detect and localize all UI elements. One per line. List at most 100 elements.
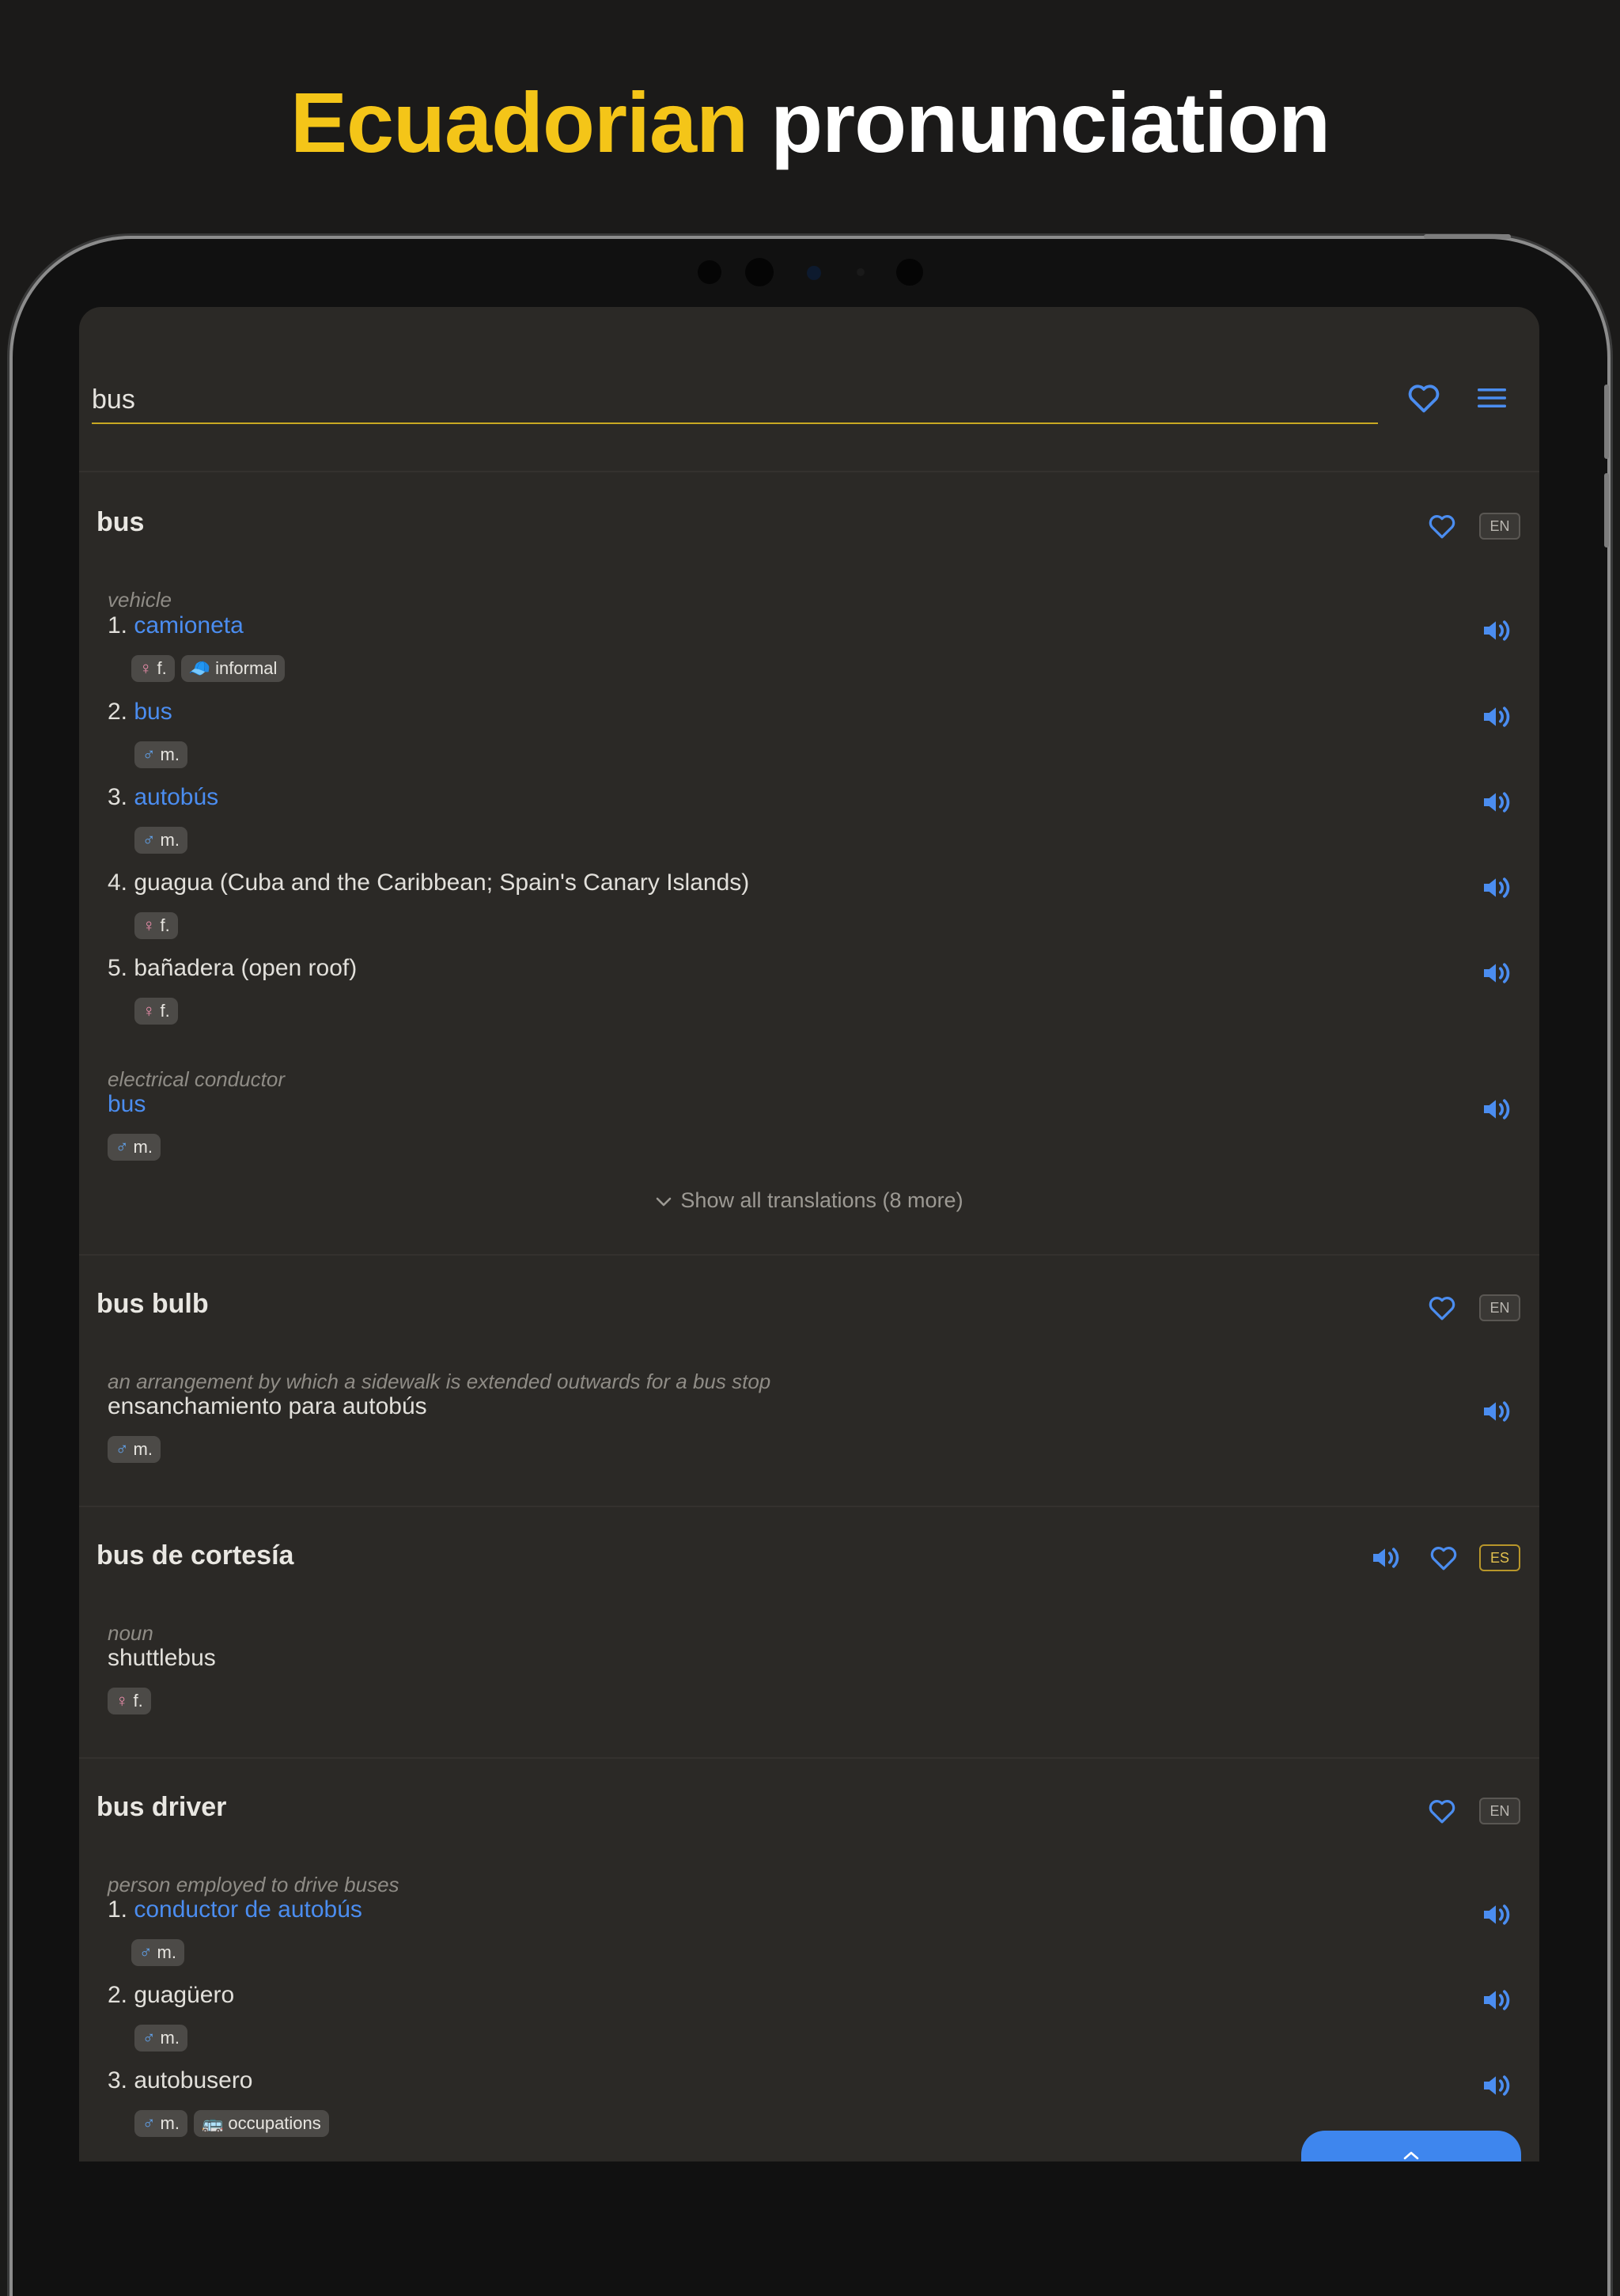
register-tag: 🧢 informal <box>180 655 286 682</box>
translation-text: shuttlebus <box>108 1645 216 1671</box>
translation-text: ensanchamiento para autobús <box>108 1393 427 1419</box>
speaker-icon[interactable] <box>1480 1396 1512 1427</box>
dictionary-entry: bus bulb EN an arrangement by which a si… <box>79 1256 1539 1507</box>
language-badge: EN <box>1479 1294 1520 1321</box>
headline-accent: Ecuadorian <box>290 74 748 170</box>
translation-link[interactable]: conductor de autobús <box>134 1896 362 1923</box>
male-icon: ♂ <box>115 1439 129 1459</box>
tag-label: f. <box>133 1691 143 1711</box>
heart-icon <box>1430 1547 1457 1570</box>
chevron-down-icon <box>657 1197 672 1207</box>
entry-favorite-button[interactable] <box>1418 1787 1466 1835</box>
app-screen: bus bus EN vehicle 1. camioneta ♀ f. 🧢 inf… <box>79 307 1539 2161</box>
translation-number: 2. <box>108 699 128 725</box>
translation-link[interactable]: camioneta <box>134 612 243 638</box>
marketing-headline: Ecuadorian pronunciation <box>0 73 1620 172</box>
speaker-icon[interactable] <box>1480 615 1512 646</box>
tag-list: ♂ m. <box>108 1134 161 1161</box>
tag-label: m. <box>133 1137 153 1157</box>
translation-text: autobusero <box>134 2067 253 2093</box>
sensor-dot <box>896 259 923 286</box>
speaker-icon[interactable] <box>1480 786 1512 818</box>
translation-link[interactable]: autobús <box>134 784 218 810</box>
speaker-icon[interactable] <box>1480 1899 1512 1930</box>
sensor-dot <box>698 260 721 284</box>
entry-headword[interactable]: bus <box>97 507 144 538</box>
gender-tag: ♀ f. <box>134 912 178 939</box>
translation-item: 4. guagua (Cuba and the Caribbean; Spain… <box>108 870 749 896</box>
dictionary-entry: bus EN vehicle 1. camioneta ♀ f. 🧢 informa… <box>79 472 1539 1256</box>
tag-list: ♀ f. 🧢 informal <box>131 655 286 682</box>
male-icon: ♂ <box>142 2028 156 2048</box>
speaker-icon[interactable] <box>1480 1093 1512 1125</box>
tag-label: f. <box>160 915 170 935</box>
sense-label: person employed to drive buses <box>108 1873 399 1896</box>
favorites-button[interactable] <box>1400 374 1448 422</box>
translation-item: 3. autobús <box>108 784 218 811</box>
tag-label: m. <box>160 744 180 764</box>
sense-label: electrical conductor <box>108 1067 285 1091</box>
front-camera <box>807 266 821 280</box>
tag-label: m. <box>160 830 180 850</box>
menu-button[interactable] <box>1468 374 1516 422</box>
tag-label: informal <box>215 658 278 678</box>
tag-list: ♀ f. <box>134 912 178 939</box>
tag-list: ♂ m. <box>134 827 187 854</box>
tag-label: m. <box>133 1439 153 1459</box>
gender-tag: ♂ m. <box>134 741 187 768</box>
cap-icon: 🧢 <box>188 658 211 678</box>
gender-tag: ♀ f. <box>131 655 175 682</box>
entry-headword[interactable]: bus driver <box>97 1792 226 1823</box>
volume-down-button <box>1604 473 1609 547</box>
entry-headword[interactable]: bus de cortesía <box>97 1540 293 1571</box>
gender-tag: ♂ m. <box>134 827 187 854</box>
translation-number: 3. <box>108 2067 128 2093</box>
male-icon: ♂ <box>115 1137 129 1157</box>
tag-list: ♂ m. 🚌 occupations <box>134 2110 329 2137</box>
gender-tag: ♂ m. <box>108 1134 161 1161</box>
hamburger-menu-icon <box>1478 388 1506 407</box>
entry-favorite-button[interactable] <box>1418 502 1466 550</box>
speaker-icon[interactable] <box>1480 872 1512 904</box>
speaker-icon[interactable] <box>1369 1542 1401 1574</box>
speaker-icon[interactable] <box>1480 1984 1512 2016</box>
scroll-to-top-button[interactable] <box>1301 2131 1521 2161</box>
translation-number: 4. <box>108 870 128 896</box>
search-header: bus <box>79 307 1539 472</box>
tag-list: ♂ m. <box>131 1939 184 1966</box>
gender-tag: ♂ m. <box>108 1436 161 1463</box>
translation-text: bañadera (open roof) <box>134 955 358 981</box>
headline-rest: pronunciation <box>770 74 1330 170</box>
language-badge: ES <box>1479 1544 1520 1571</box>
translation-link[interactable]: bus <box>134 699 172 725</box>
dictionary-entry: bus de cortesía ES noun shuttlebus ♀ f. <box>79 1507 1539 1759</box>
sensor-dot <box>745 258 774 286</box>
speaker-icon[interactable] <box>1480 2070 1512 2101</box>
search-input-value: bus <box>92 385 135 415</box>
translation-text: guagua (Cuba and the Caribbean; Spain's … <box>134 870 750 896</box>
heart-icon <box>1429 1297 1455 1320</box>
speaker-icon[interactable] <box>1480 957 1512 989</box>
search-input[interactable]: bus <box>92 385 1378 424</box>
gender-tag: ♀ f. <box>108 1688 151 1714</box>
translation-item: 2. guagüero <box>108 1982 234 2009</box>
show-all-translations-button[interactable]: Show all translations (8 more) <box>79 1188 1539 1213</box>
speaker-icon[interactable] <box>1480 701 1512 733</box>
show-more-label: Show all translations (8 more) <box>680 1188 963 1212</box>
female-icon: ♀ <box>142 915 156 935</box>
tag-label: m. <box>160 2113 180 2133</box>
translation-link[interactable]: bus <box>108 1091 146 1117</box>
translation-number: 2. <box>108 1982 128 2008</box>
male-icon: ♂ <box>142 830 156 850</box>
translation-item: ensanchamiento para autobús <box>108 1393 427 1420</box>
entry-headword[interactable]: bus bulb <box>97 1289 209 1320</box>
language-badge: EN <box>1479 513 1520 540</box>
translation-text: guagüero <box>134 1982 235 2008</box>
entry-favorite-button[interactable] <box>1420 1534 1467 1582</box>
language-badge: EN <box>1479 1798 1520 1824</box>
female-icon: ♀ <box>139 658 153 678</box>
entry-favorite-button[interactable] <box>1418 1284 1466 1332</box>
translation-item: shuttlebus <box>108 1645 216 1672</box>
translation-item: 5. bañadera (open roof) <box>108 955 357 982</box>
gender-tag: ♂ m. <box>134 2110 187 2137</box>
